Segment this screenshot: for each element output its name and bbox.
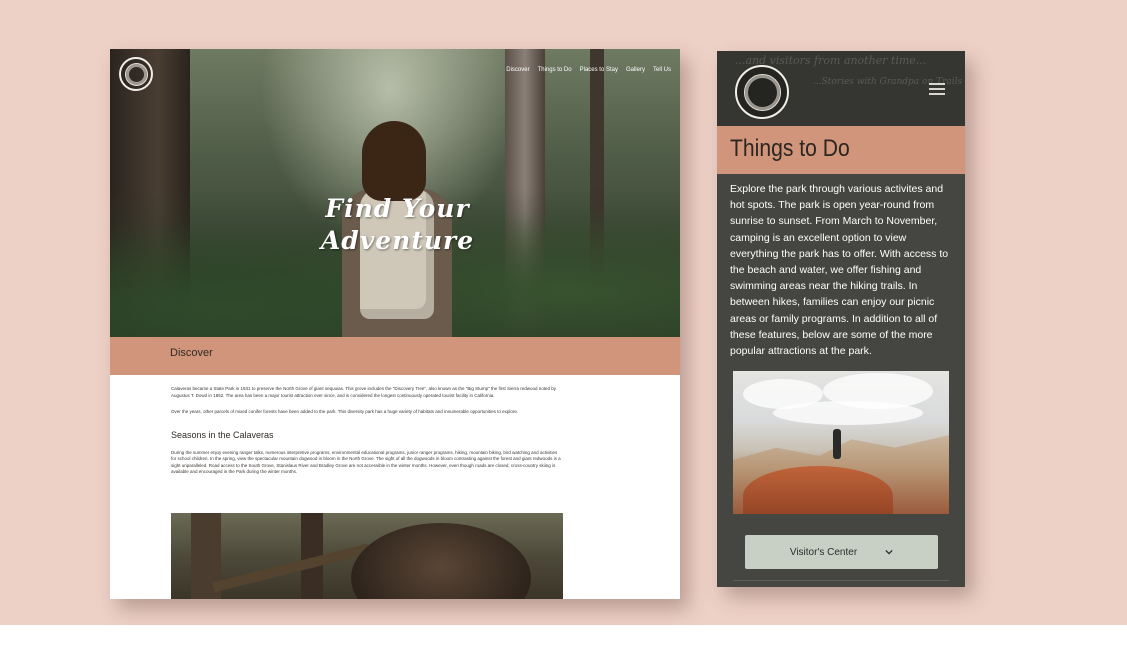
subheading: Seasons in the Calaveras bbox=[171, 429, 274, 440]
logo-icon[interactable] bbox=[735, 65, 789, 119]
hero-title: Find Your Adventure bbox=[320, 194, 475, 255]
hiker-canyon-photo bbox=[733, 371, 949, 514]
chevron-down-icon bbox=[885, 549, 893, 555]
sequoia-roots-photo bbox=[171, 513, 563, 599]
section-title: Discover bbox=[170, 347, 213, 359]
mobile-mockup: ...and visitors from another time... ...… bbox=[717, 51, 965, 587]
mobile-header: ...and visitors from another time... ...… bbox=[717, 51, 965, 126]
nav-link-gallery[interactable]: Gallery bbox=[626, 67, 645, 73]
hero-image: Discover Things to Do Places to Stay Gal… bbox=[110, 49, 680, 337]
desktop-content: Calaveras became a State Park in 1931 to… bbox=[171, 386, 563, 486]
page-title: Things to Do bbox=[730, 135, 850, 162]
section-header: Discover bbox=[110, 337, 680, 375]
desktop-mockup: Discover Things to Do Places to Stay Gal… bbox=[110, 49, 680, 599]
nav-link-places-to-stay[interactable]: Places to Stay bbox=[580, 67, 618, 73]
hamburger-menu-icon[interactable] bbox=[929, 83, 945, 95]
paragraph: Calaveras became a State Park in 1931 to… bbox=[171, 386, 557, 398]
nav-link-discover[interactable]: Discover bbox=[506, 67, 529, 73]
intro-paragraph: Explore the park through various activit… bbox=[730, 183, 949, 358]
dropdown-label: Visitor's Center bbox=[789, 546, 858, 558]
paragraph: Over the years, other parcels of mixed c… bbox=[171, 409, 519, 414]
main-nav: Discover Things to Do Places to Stay Gal… bbox=[506, 67, 671, 73]
nav-link-things-to-do[interactable]: Things to Do bbox=[538, 67, 572, 73]
paragraph: During the summer enjoy evening ranger t… bbox=[171, 449, 561, 475]
nav-link-tell-us[interactable]: Tell Us bbox=[653, 67, 671, 73]
visitors-center-dropdown[interactable]: Visitor's Center bbox=[745, 535, 938, 569]
logo-icon[interactable] bbox=[119, 57, 153, 91]
page-title-band: Things to Do bbox=[717, 126, 965, 174]
